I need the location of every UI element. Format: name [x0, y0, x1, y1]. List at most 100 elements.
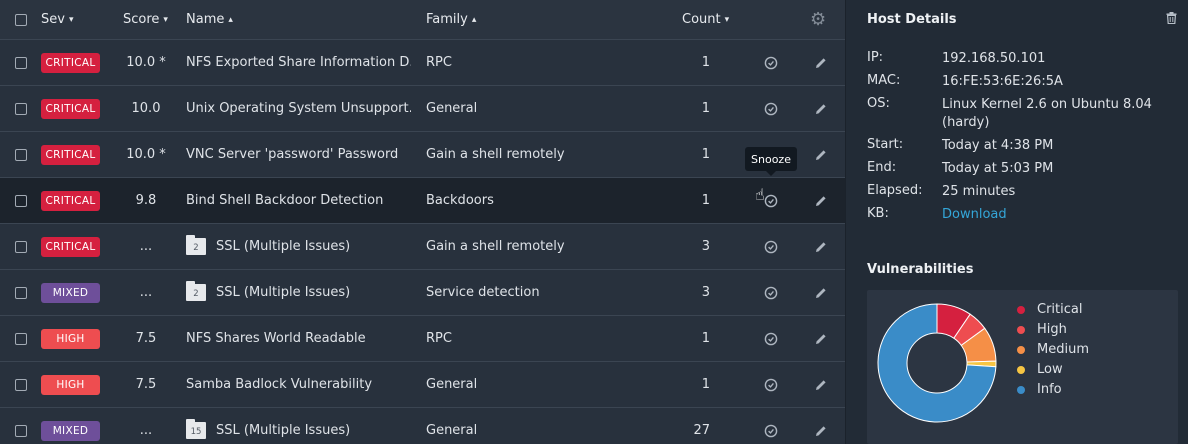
snooze-clock-icon — [764, 56, 778, 69]
vulnerabilities-chart-box: Critical High Medium Low Info — [867, 290, 1178, 444]
row-checkbox[interactable] — [15, 56, 27, 69]
name-cell[interactable]: Unix Operating System Unsupport... — [186, 86, 411, 131]
pencil-icon — [816, 241, 826, 252]
name-cell[interactable]: 15 SSL (Multiple Issues) — [186, 408, 411, 444]
snooze-button[interactable] — [763, 362, 779, 407]
sev-column-header[interactable]: Sev ▾ — [41, 0, 101, 39]
severity-cell: CRITICAL — [41, 86, 111, 131]
row-checkbox[interactable] — [15, 424, 27, 437]
table-row[interactable]: HIGH 7.5 NFS Shares World Readable RPC 1 — [0, 316, 845, 362]
legend-item[interactable]: Info — [1017, 382, 1062, 397]
name-cell[interactable]: 2 SSL (Multiple Issues) — [186, 224, 411, 269]
edit-button[interactable] — [813, 270, 829, 315]
edit-button[interactable] — [813, 40, 829, 85]
count-cell: 1 — [701, 101, 710, 116]
edit-button[interactable] — [813, 362, 829, 407]
name-cell[interactable]: NFS Exported Share Information D... — [186, 40, 411, 85]
name-header-label: Name — [186, 12, 225, 27]
table-row[interactable]: CRITICAL 10.0 Unix Operating System Unsu… — [0, 86, 845, 132]
table-row[interactable]: MIXED ... 2 SSL (Multiple Issues) Servic… — [0, 270, 845, 316]
snooze-button[interactable] — [763, 40, 779, 85]
row-checkbox-cell — [15, 270, 29, 315]
legend-item[interactable]: Critical — [1017, 302, 1082, 317]
legend-label: Medium — [1037, 342, 1089, 357]
name-cell[interactable]: Bind Shell Backdoor Detection — [186, 178, 411, 223]
kb-label: KB: — [867, 206, 889, 221]
severity-badge: CRITICAL — [41, 98, 100, 119]
plugin-name: SSL (Multiple Issues) — [216, 239, 351, 254]
row-checkbox[interactable] — [15, 148, 27, 161]
score-cell: ... — [139, 285, 153, 300]
trash-icon — [1166, 12, 1177, 25]
column-settings-button[interactable]: ⚙ — [810, 0, 832, 39]
name-cell[interactable]: VNC Server 'password' Password — [186, 132, 411, 177]
delete-host-button[interactable] — [1166, 12, 1177, 28]
pencil-icon — [816, 103, 826, 114]
edit-button[interactable] — [813, 132, 829, 177]
severity-badge: CRITICAL — [41, 190, 100, 211]
legend-label: Critical — [1037, 302, 1083, 317]
sort-asc-icon: ▴ — [471, 14, 477, 25]
select-all-cell — [15, 0, 29, 39]
snooze-button[interactable] — [763, 86, 779, 131]
snooze-button[interactable] — [763, 316, 779, 361]
row-checkbox[interactable] — [15, 378, 27, 391]
start-value: Today at 4:38 PM — [942, 138, 1054, 153]
vulnerabilities-donut-chart[interactable] — [872, 298, 1002, 428]
snooze-button[interactable] — [763, 178, 779, 223]
row-checkbox[interactable] — [15, 240, 27, 253]
name-cell[interactable]: Samba Badlock Vulnerability — [186, 362, 411, 407]
legend-label: Info — [1037, 382, 1062, 397]
legend-item[interactable]: Low — [1017, 362, 1063, 377]
table-row[interactable]: CRITICAL 9.8 Bind Shell Backdoor Detecti… — [0, 178, 845, 224]
legend-item[interactable]: Medium — [1017, 342, 1089, 357]
severity-cell: CRITICAL — [41, 132, 111, 177]
severity-cell: CRITICAL — [41, 224, 111, 269]
count-cell: 1 — [701, 147, 710, 162]
edit-button[interactable] — [813, 178, 829, 223]
family-cell: Backdoors — [426, 193, 494, 208]
mac-value: 16:FE:53:6E:26:5A — [942, 74, 1063, 89]
name-column-header[interactable]: Name ▴ — [186, 0, 286, 39]
table-row[interactable]: CRITICAL 10.0 * NFS Exported Share Infor… — [0, 40, 845, 86]
os-label: OS: — [867, 96, 890, 111]
table-row[interactable]: MIXED ... 15 SSL (Multiple Issues) Gener… — [0, 408, 845, 444]
snooze-clock-icon — [764, 424, 778, 437]
edit-button[interactable] — [813, 408, 829, 444]
snooze-button[interactable] — [763, 408, 779, 444]
edit-button[interactable] — [813, 86, 829, 131]
count-cell: 1 — [701, 193, 710, 208]
row-checkbox[interactable] — [15, 286, 27, 299]
table-row[interactable]: HIGH 7.5 Samba Badlock Vulnerability Gen… — [0, 362, 845, 408]
snooze-clock-icon — [764, 240, 778, 253]
family-column-header[interactable]: Family ▴ — [426, 0, 526, 39]
host-details-title: Host Details — [867, 12, 957, 27]
snooze-clock-icon — [764, 332, 778, 345]
legend-label: Low — [1037, 362, 1063, 377]
count-cell: 27 — [693, 423, 710, 438]
table-row[interactable]: CRITICAL 10.0 * VNC Server 'password' Pa… — [0, 132, 845, 178]
row-checkbox[interactable] — [15, 102, 27, 115]
legend-item[interactable]: High — [1017, 322, 1067, 337]
count-column-header[interactable]: Count ▾ — [682, 0, 742, 39]
name-cell[interactable]: 2 SSL (Multiple Issues) — [186, 270, 411, 315]
name-cell[interactable]: NFS Shares World Readable — [186, 316, 411, 361]
score-header-label: Score — [123, 12, 160, 27]
select-all-checkbox[interactable] — [15, 13, 27, 26]
row-checkbox-cell — [15, 316, 29, 361]
kb-download-link[interactable]: Download — [942, 206, 1178, 224]
score-column-header[interactable]: Score ▾ — [123, 0, 183, 39]
snooze-button[interactable] — [763, 270, 779, 315]
edit-button[interactable] — [813, 224, 829, 269]
snooze-button[interactable] — [763, 224, 779, 269]
ip-label: IP: — [867, 50, 884, 65]
pencil-icon — [816, 379, 826, 390]
score-cell: ... — [139, 239, 153, 254]
count-header-label: Count — [682, 12, 721, 27]
snooze-clock-icon — [764, 286, 778, 299]
edit-button[interactable] — [813, 316, 829, 361]
row-checkbox[interactable] — [15, 332, 27, 345]
table-row[interactable]: CRITICAL ... 2 SSL (Multiple Issues) Gai… — [0, 224, 845, 270]
pencil-icon — [816, 333, 826, 344]
row-checkbox[interactable] — [15, 194, 27, 207]
